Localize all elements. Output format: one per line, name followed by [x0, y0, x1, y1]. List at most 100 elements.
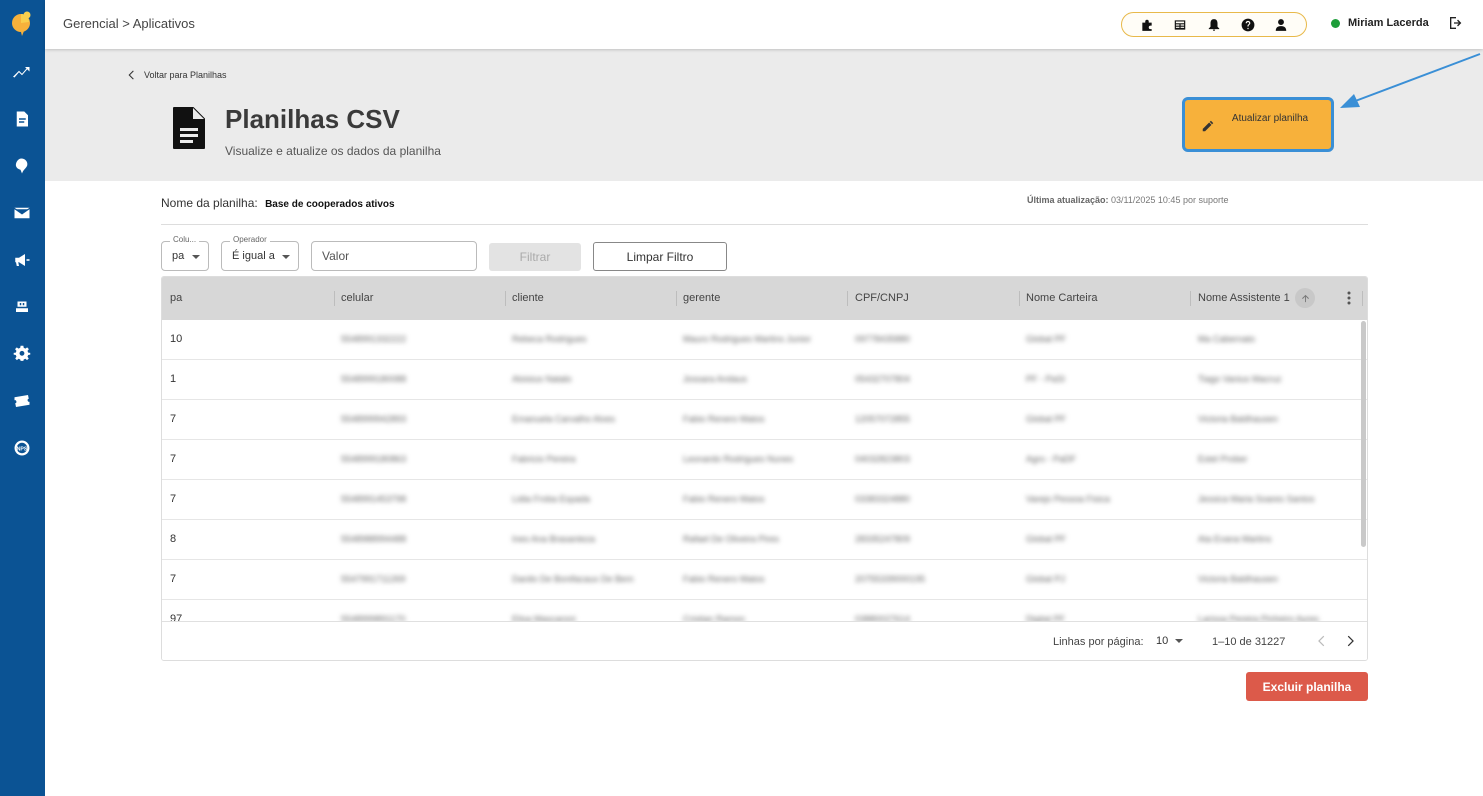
- back-label: Voltar para Planilhas: [144, 70, 227, 80]
- ticket-icon[interactable]: [12, 391, 32, 411]
- cell-celular: 5548991453798: [341, 494, 407, 504]
- back-link[interactable]: Voltar para Planilhas: [125, 69, 227, 81]
- dashboard-chart-icon[interactable]: [12, 63, 32, 83]
- cell-pa: 7: [170, 453, 177, 465]
- sort-arrow-up-icon[interactable]: [1295, 288, 1315, 308]
- breadcrumb[interactable]: Gerencial > Aplicativos: [63, 16, 195, 31]
- csv-document-icon: [171, 106, 207, 150]
- column-header[interactable]: Nome Carteira: [1026, 277, 1098, 320]
- table-row[interactable]: 8 5548988994488 Ines Ana Brasanteza Rafa…: [162, 520, 1367, 560]
- cell-celular: 5548988994488: [341, 534, 407, 544]
- table-row[interactable]: 7 5548999180863 Fabricio Pereira Leonard…: [162, 440, 1367, 480]
- cell-assistente: Estel Prober: [1198, 454, 1248, 464]
- cell-pa: 97: [170, 613, 183, 621]
- user-icon[interactable]: [1273, 17, 1289, 33]
- cell-gerente: Fabio Renero Matos: [683, 414, 765, 424]
- mail-icon[interactable]: [12, 203, 32, 223]
- cell-carteira: Digital PF: [1026, 614, 1066, 621]
- nps-icon[interactable]: NPS: [12, 438, 32, 458]
- megaphone-icon[interactable]: [12, 250, 32, 270]
- column-header[interactable]: gerente: [683, 277, 720, 320]
- column-separator[interactable]: [1190, 291, 1191, 306]
- last-update-value: 03/11/2025 10:45 por suporte: [1111, 195, 1229, 205]
- cell-cpf: 20755339000195: [855, 574, 926, 584]
- column-header[interactable]: pa: [170, 277, 182, 320]
- table-row[interactable]: 7 5548991453798 Lidia Froba Espada Fabio…: [162, 480, 1367, 520]
- cell-carteira: Global PJ: [1026, 574, 1066, 584]
- cell-pa: 8: [170, 533, 177, 545]
- page-subtitle: Visualize e atualize os dados da planilh…: [225, 144, 441, 158]
- logout-icon[interactable]: [1448, 15, 1466, 33]
- next-page-icon[interactable]: [1344, 634, 1358, 648]
- bell-icon[interactable]: [1206, 17, 1222, 33]
- cell-pa: 10: [170, 333, 183, 345]
- clear-filter-button[interactable]: Limpar Filtro: [593, 242, 727, 271]
- cell-assistente: Ma Cabernato: [1198, 334, 1256, 344]
- column-separator[interactable]: [676, 291, 677, 306]
- table-row[interactable]: 7 5547991711269 Danilo De Bonifacaux De …: [162, 560, 1367, 600]
- column-separator[interactable]: [847, 291, 848, 306]
- column-header[interactable]: Nome Assistente 1: [1198, 277, 1290, 320]
- brand-logo[interactable]: [11, 10, 33, 36]
- svg-text:NPS: NPS: [17, 446, 28, 452]
- column-separator[interactable]: [1362, 291, 1363, 306]
- cell-cpf: 28335247809: [855, 534, 911, 544]
- cell-celular: 5548991332222: [341, 334, 407, 344]
- gear-icon[interactable]: [12, 344, 32, 364]
- column-select[interactable]: Colu... pa: [161, 235, 209, 271]
- puzzle-icon[interactable]: [1139, 17, 1155, 33]
- column-separator[interactable]: [505, 291, 506, 306]
- cell-gerente: Leonardo Rodrigues Nunes: [683, 454, 794, 464]
- cell-assistente: Victoria Baldhausen: [1198, 574, 1278, 584]
- operator-select-label: Operador: [230, 235, 270, 244]
- rows-per-page-select[interactable]: 10: [1156, 635, 1184, 647]
- robot-icon[interactable]: [12, 296, 32, 316]
- column-header[interactable]: cliente: [512, 277, 544, 320]
- column-menu-icon[interactable]: [1342, 290, 1356, 306]
- operator-select[interactable]: Operador É igual a: [221, 235, 299, 271]
- filter-button[interactable]: Filtrar: [489, 243, 581, 271]
- cell-cliente: Fabricio Pereira: [512, 454, 576, 464]
- cell-cpf: 12057072855: [855, 414, 911, 424]
- cell-celular: 5548999180863: [341, 454, 407, 464]
- cell-cpf: 03880027614: [855, 614, 911, 621]
- column-separator[interactable]: [334, 291, 335, 306]
- table-row[interactable]: 97 5548999891170 Elisa Mascaroni Cristia…: [162, 600, 1367, 621]
- help-icon[interactable]: [1240, 17, 1256, 33]
- cell-gerente: Rafael De Oliveira Pires: [683, 534, 780, 544]
- cell-cliente: Ines Ana Brasanteza: [512, 534, 596, 544]
- cell-carteira: Agro - PaDF: [1026, 454, 1077, 464]
- cell-pa: 7: [170, 573, 177, 585]
- previous-page-icon[interactable]: [1314, 634, 1328, 648]
- map-icon[interactable]: [12, 156, 32, 176]
- grid-header: pa celular cliente gerente CPF/CNPJ Nome…: [162, 277, 1367, 320]
- vertical-scrollbar[interactable]: [1361, 321, 1366, 547]
- cell-cliente: Elisa Mascaroni: [512, 614, 576, 621]
- column-separator[interactable]: [1019, 291, 1020, 306]
- column-header[interactable]: CPF/CNPJ: [855, 277, 909, 320]
- cell-assistente: Victoria Baldhausen: [1198, 414, 1278, 424]
- grid-body: 10 5548991332222 Rebeca Rodrigues Mauro …: [162, 320, 1367, 621]
- sidebar: NPS: [0, 0, 45, 796]
- cell-celular: 5547991711269: [341, 574, 406, 584]
- divider: [161, 224, 1368, 225]
- chevron-left-icon: [128, 70, 134, 80]
- cell-cliente: Aloisius Natalo: [512, 374, 572, 384]
- user-info[interactable]: Miriam Lacerda: [1331, 17, 1429, 29]
- update-sheet-label: Atualizar planilha: [1231, 113, 1309, 124]
- document-icon[interactable]: [12, 109, 32, 129]
- table-row[interactable]: 7 5548999942893 Emanuela Carvalho Alves …: [162, 400, 1367, 440]
- cell-gerente: Fabio Renero Matos: [683, 494, 765, 504]
- table-row[interactable]: 10 5548991332222 Rebeca Rodrigues Mauro …: [162, 320, 1367, 360]
- column-header[interactable]: celular: [341, 277, 373, 320]
- cell-celular: 5548999891170: [341, 614, 406, 621]
- table-row[interactable]: 1 5548999180088 Aloisius Natalo Jossara …: [162, 360, 1367, 400]
- delete-sheet-button[interactable]: Excluir planilha: [1246, 672, 1368, 701]
- cell-carteira: PF - PaSI: [1026, 374, 1066, 384]
- grid-footer: Linhas por página: 10 1–10 de 31227: [162, 621, 1367, 660]
- newspaper-icon[interactable]: [1172, 17, 1188, 33]
- value-input[interactable]: [311, 241, 477, 271]
- sheet-name-row: Nome da planilha: Base de cooperados ati…: [161, 196, 395, 210]
- update-sheet-button[interactable]: Atualizar planilha: [1182, 97, 1334, 152]
- rows-per-page-label: Linhas por página:: [1053, 636, 1144, 648]
